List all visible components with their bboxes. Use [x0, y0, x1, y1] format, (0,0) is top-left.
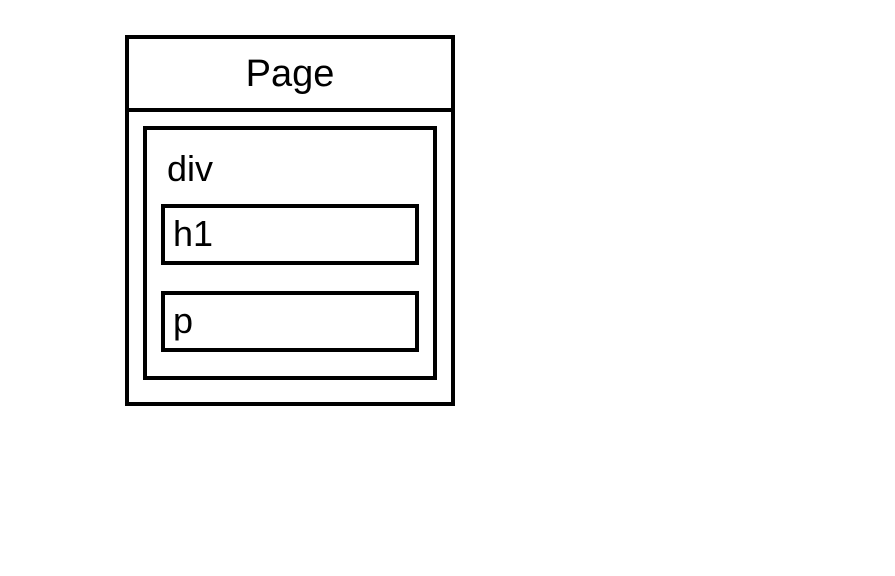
div-label: div: [161, 140, 419, 204]
page-structure-diagram: Page div h1 p: [125, 35, 455, 406]
h1-element-box: h1: [161, 204, 419, 265]
div-container-box: div h1 p: [143, 126, 437, 380]
page-title: Page: [129, 39, 451, 112]
p-element-box: p: [161, 291, 419, 352]
diagram-body: div h1 p: [129, 112, 451, 402]
